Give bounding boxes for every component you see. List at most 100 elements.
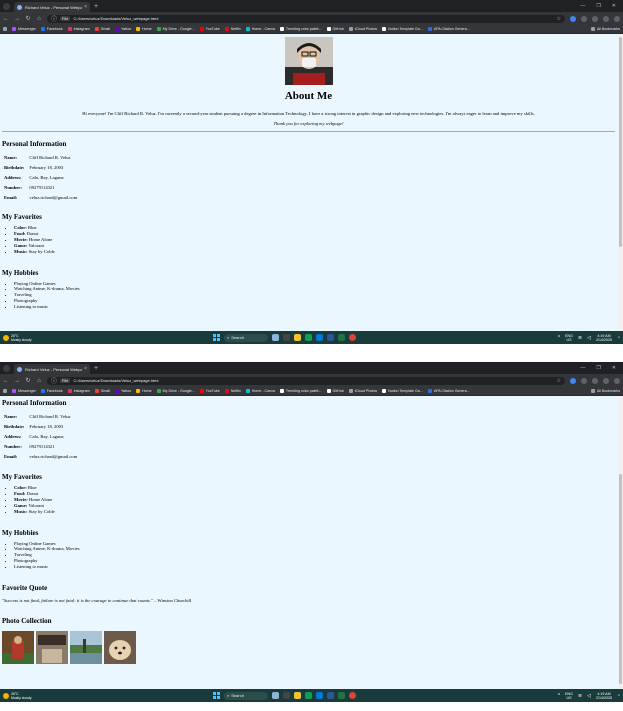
forward-icon[interactable]: → <box>14 16 20 22</box>
taskbar-search[interactable]: ⌕ Search <box>224 691 268 700</box>
download-icon[interactable] <box>592 15 598 22</box>
file-explorer-icon[interactable] <box>294 692 301 699</box>
bookmark-item[interactable]: Home <box>136 389 152 393</box>
bookmark-item[interactable]: YouTube <box>199 27 220 31</box>
bookmark-star-icon[interactable]: ☆ <box>557 378 561 384</box>
forward-icon[interactable]: → <box>14 378 20 384</box>
bookmark-star-icon[interactable]: ☆ <box>557 16 561 22</box>
bookmark-item[interactable]: Facebook <box>40 389 63 393</box>
browser-tab[interactable]: Richard Veluz - Personal Webpa × <box>14 364 90 374</box>
bookmark-item[interactable]: Trending color palett... <box>279 389 322 393</box>
weather-widget[interactable]: 26°C Mostly cloudy <box>3 334 32 342</box>
edge-icon[interactable] <box>305 334 312 341</box>
notification-bell-icon[interactable]: ◔ <box>617 693 620 699</box>
reload-icon[interactable]: ↻ <box>25 377 31 384</box>
windows-start-icon[interactable] <box>213 334 220 341</box>
all-bookmarks[interactable]: All Bookmarks <box>591 389 620 393</box>
bookmark-item[interactable]: APA Citation Genera... <box>427 389 470 393</box>
store-icon[interactable] <box>316 334 323 341</box>
bookmark-item[interactable]: Messenger <box>12 27 36 31</box>
taskbar-search[interactable]: ⌕ Search <box>224 333 268 342</box>
volume-icon[interactable]: ◁ <box>587 693 591 699</box>
bookmark-item[interactable]: Gmail <box>94 27 110 31</box>
bookmark-item[interactable]: Facebook <box>40 27 63 31</box>
scrollbar[interactable] <box>618 396 623 689</box>
file-explorer-icon[interactable] <box>294 334 301 341</box>
chrome-icon[interactable] <box>349 692 356 699</box>
info-icon[interactable]: ⓘ <box>51 376 57 385</box>
profile-avatar-icon[interactable] <box>603 15 609 22</box>
tab-search-icon[interactable] <box>3 2 10 10</box>
store-icon[interactable] <box>316 692 323 699</box>
bookmark-item[interactable]: Netflix <box>224 389 241 393</box>
extension-icon[interactable] <box>570 15 576 22</box>
notification-bell-icon[interactable]: ◔ <box>617 335 620 341</box>
bookmark-item[interactable]: Netflix <box>224 27 241 31</box>
task-view-icon[interactable] <box>283 334 290 341</box>
word-icon[interactable] <box>327 692 334 699</box>
apps-grid-icon[interactable] <box>3 27 7 31</box>
bookmark-item[interactable]: My Drive - Google... <box>156 27 195 31</box>
task-view-icon[interactable] <box>283 692 290 699</box>
language-indicator[interactable]: ENG US <box>565 334 573 342</box>
clock[interactable]: 4:19 AM 2/14/2025 <box>596 692 612 700</box>
all-bookmarks[interactable]: All Bookmarks <box>591 27 620 31</box>
bookmark-item[interactable]: iCloud Photos <box>348 27 377 31</box>
bookmark-item[interactable]: Trending color palett... <box>279 27 322 31</box>
bookmark-item[interactable]: Instagram <box>67 389 90 393</box>
bookmark-item[interactable]: Gmail <box>94 389 110 393</box>
scrollbar[interactable] <box>618 34 623 331</box>
bookmark-item[interactable]: YouTube <box>199 389 220 393</box>
weather-widget[interactable]: 26°C Mostly cloudy <box>3 692 32 700</box>
bookmark-item[interactable]: Home <box>136 27 152 31</box>
maximize-button[interactable]: ❐ <box>596 365 600 371</box>
wifi-icon[interactable]: ≋ <box>578 693 582 699</box>
extension-icon[interactable] <box>570 377 576 384</box>
extensions-puzzle-icon[interactable] <box>581 15 587 22</box>
tab-close-icon[interactable]: × <box>84 4 87 10</box>
maximize-button[interactable]: ❐ <box>596 3 600 9</box>
close-window-button[interactable]: ✕ <box>612 3 616 9</box>
language-indicator[interactable]: ENG US <box>565 692 573 700</box>
bookmark-item[interactable]: Home - Canva <box>245 389 275 393</box>
reload-icon[interactable]: ↻ <box>25 15 31 22</box>
bookmark-item[interactable]: GitHub <box>326 389 344 393</box>
bookmark-item[interactable]: GitHub <box>326 27 344 31</box>
bookmark-item[interactable]: Yahoo <box>114 27 131 31</box>
windows-start-icon[interactable] <box>213 692 220 699</box>
chrome-menu-icon[interactable] <box>614 15 620 22</box>
minimize-button[interactable]: — <box>580 365 585 371</box>
copilot-icon[interactable] <box>272 692 279 699</box>
apps-grid-icon[interactable] <box>3 389 7 393</box>
url-text[interactable]: C:/Users/veluz/Downloads/Veluz_webpage.h… <box>73 16 158 21</box>
home-icon[interactable]: ⌂ <box>36 16 42 22</box>
profile-avatar-icon[interactable] <box>603 377 609 384</box>
download-icon[interactable] <box>592 377 598 384</box>
bookmark-item[interactable]: Messenger <box>12 389 36 393</box>
address-bar[interactable]: ⓘ File C:/Users/veluz/Downloads/Veluz_we… <box>47 14 565 23</box>
back-icon[interactable]: ← <box>3 378 9 384</box>
browser-tab[interactable]: Richard Veluz - Personal Webpa × <box>14 2 90 12</box>
new-tab-button[interactable]: + <box>94 3 98 10</box>
scrollbar-thumb[interactable] <box>619 474 622 684</box>
chevron-up-icon[interactable]: ^ <box>558 693 560 699</box>
bookmark-item[interactable]: APA Citation Genera... <box>427 27 470 31</box>
bookmark-item[interactable]: iCloud Photos <box>348 389 377 393</box>
home-icon[interactable]: ⌂ <box>36 378 42 384</box>
excel-icon[interactable] <box>338 692 345 699</box>
bookmark-item[interactable]: Instagram <box>67 27 90 31</box>
new-tab-button[interactable]: + <box>94 365 98 372</box>
chrome-menu-icon[interactable] <box>614 377 620 384</box>
bookmark-item[interactable]: My Drive - Google... <box>156 389 195 393</box>
bookmark-item[interactable]: Yahoo <box>114 389 131 393</box>
word-icon[interactable] <box>327 334 334 341</box>
url-text[interactable]: C:/Users/veluz/Downloads/Veluz_webpage.h… <box>73 378 158 383</box>
chevron-up-icon[interactable]: ^ <box>558 335 560 341</box>
address-bar[interactable]: ⓘ File C:/Users/veluz/Downloads/Veluz_we… <box>47 376 565 385</box>
extensions-puzzle-icon[interactable] <box>581 377 587 384</box>
close-window-button[interactable]: ✕ <box>612 365 616 371</box>
bookmark-item[interactable]: Notion Template Ga... <box>382 27 423 31</box>
edge-icon[interactable] <box>305 692 312 699</box>
copilot-icon[interactable] <box>272 334 279 341</box>
excel-icon[interactable] <box>338 334 345 341</box>
